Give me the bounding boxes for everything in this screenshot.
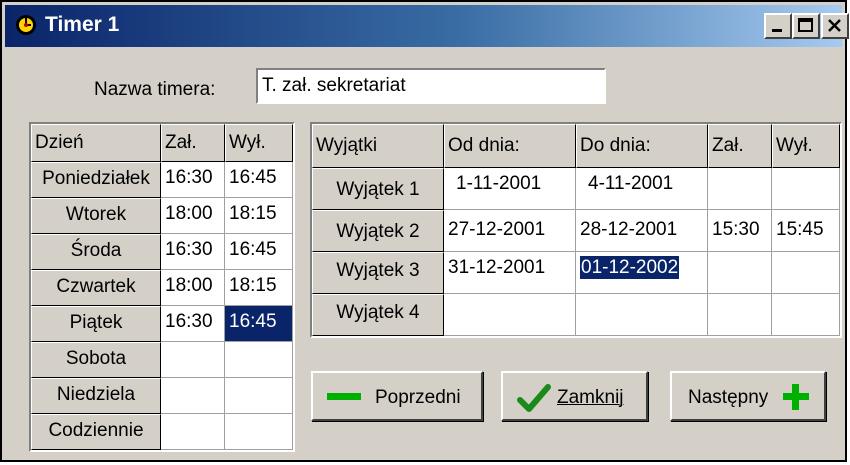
day-row-header[interactable]: Wtorek xyxy=(31,198,161,234)
exc-header-name[interactable]: Wyjątki xyxy=(312,124,444,168)
exception-off-cell[interactable] xyxy=(772,168,840,210)
timer-name-input[interactable]: T. zał. sekretariat xyxy=(256,68,606,104)
day-off-cell[interactable]: 18:15 xyxy=(225,198,293,234)
day-off-cell[interactable]: 16:45 xyxy=(225,234,293,270)
close-window-button[interactable] xyxy=(821,13,849,39)
exc-header-from[interactable]: Od dnia: xyxy=(444,124,576,168)
day-on-cell[interactable]: 16:30 xyxy=(161,162,225,198)
exception-to-cell[interactable]: 28-12-2001 xyxy=(576,210,708,252)
day-on-cell[interactable]: 16:30 xyxy=(161,234,225,270)
next-button[interactable]: Następny xyxy=(670,371,826,421)
day-off-cell[interactable]: 18:15 xyxy=(225,270,293,306)
exception-from-cell[interactable]: 31-12-2001 xyxy=(444,252,576,294)
exception-to-cell[interactable]: 01-12-2002 xyxy=(576,252,708,294)
day-on-cell[interactable]: 18:00 xyxy=(161,270,225,306)
day-on-cell[interactable] xyxy=(161,378,225,414)
exception-off-cell[interactable] xyxy=(772,294,840,336)
exception-row-header[interactable]: Wyjątek 3 xyxy=(312,252,444,294)
day-on-cell[interactable]: 16:30 xyxy=(161,306,225,342)
day-row-header[interactable]: Poniedziałek xyxy=(31,162,161,198)
exception-on-cell[interactable]: 15:30 xyxy=(708,210,772,252)
day-off-cell-selected[interactable]: 16:45 xyxy=(225,306,293,342)
day-row-header[interactable]: Piątek xyxy=(31,306,161,342)
day-off-cell[interactable] xyxy=(225,378,293,414)
minus-icon xyxy=(327,393,361,400)
days-header-on[interactable]: Zał. xyxy=(161,124,225,162)
day-off-cell[interactable] xyxy=(225,342,293,378)
checkmark-icon xyxy=(517,384,551,412)
day-row-header[interactable]: Sobota xyxy=(31,342,161,378)
exception-to-cell[interactable] xyxy=(576,294,708,336)
timer-window: Timer 1 Nazwa timera: T. zał. sekretaria… xyxy=(0,0,849,462)
exception-row-header[interactable]: Wyjątek 1 xyxy=(312,168,444,210)
exceptions-table: Wyjątki Od dnia: Do dnia: Zał. Wył. Wyją… xyxy=(310,122,842,338)
minimize-button[interactable] xyxy=(764,13,792,39)
exception-from-cell[interactable] xyxy=(444,294,576,336)
exception-to-selected-text[interactable]: 01-12-2002 xyxy=(580,256,680,279)
maximize-icon xyxy=(798,18,813,32)
exception-to-cell[interactable]: 4-11-2001 xyxy=(576,168,708,210)
exception-on-cell[interactable] xyxy=(708,294,772,336)
timer-app-icon xyxy=(16,15,36,35)
window-title: Timer 1 xyxy=(45,13,120,36)
day-row-header[interactable]: Niedziela xyxy=(31,378,161,414)
exception-row-header[interactable]: Wyjątek 4 xyxy=(312,294,444,336)
day-on-cell[interactable]: 18:00 xyxy=(161,198,225,234)
days-header-day[interactable]: Dzień xyxy=(31,124,161,162)
close-button-label: Zamknij xyxy=(557,387,624,408)
minimize-icon xyxy=(772,29,782,32)
exc-header-on[interactable]: Zał. xyxy=(708,124,772,168)
day-off-cell[interactable] xyxy=(225,414,293,450)
exception-from-cell[interactable]: 27-12-2001 xyxy=(444,210,576,252)
days-table: Dzień Zał. Wył. Poniedziałek 16:30 16:45… xyxy=(29,122,295,452)
day-on-cell[interactable] xyxy=(161,342,225,378)
exception-off-cell[interactable]: 15:45 xyxy=(772,210,840,252)
day-off-cell[interactable]: 16:45 xyxy=(225,162,293,198)
exception-off-cell[interactable] xyxy=(772,252,840,294)
exception-on-cell[interactable] xyxy=(708,252,772,294)
exc-header-to[interactable]: Do dnia: xyxy=(576,124,708,168)
day-row-header[interactable]: Czwartek xyxy=(31,270,161,306)
plus-icon xyxy=(783,384,809,410)
days-header-off[interactable]: Wył. xyxy=(225,124,293,162)
timer-name-label: Nazwa timera: xyxy=(94,79,216,100)
previous-button[interactable]: Poprzedni xyxy=(311,371,483,421)
next-button-label: Następny xyxy=(688,387,769,408)
exception-from-cell[interactable]: 1-11-2001 xyxy=(444,168,576,210)
close-icon xyxy=(828,19,841,32)
close-dialog-button[interactable]: Zamknij xyxy=(501,371,648,421)
maximize-button[interactable] xyxy=(792,13,820,39)
exception-row-header[interactable]: Wyjątek 2 xyxy=(312,210,444,252)
exception-on-cell[interactable] xyxy=(708,168,772,210)
day-row-header[interactable]: Środa xyxy=(31,234,161,270)
title-bar[interactable]: Timer 1 xyxy=(5,5,849,47)
previous-button-label: Poprzedni xyxy=(375,387,461,408)
exc-header-off[interactable]: Wył. xyxy=(772,124,840,168)
day-on-cell[interactable] xyxy=(161,414,225,450)
day-row-header[interactable]: Codziennie xyxy=(31,414,161,450)
